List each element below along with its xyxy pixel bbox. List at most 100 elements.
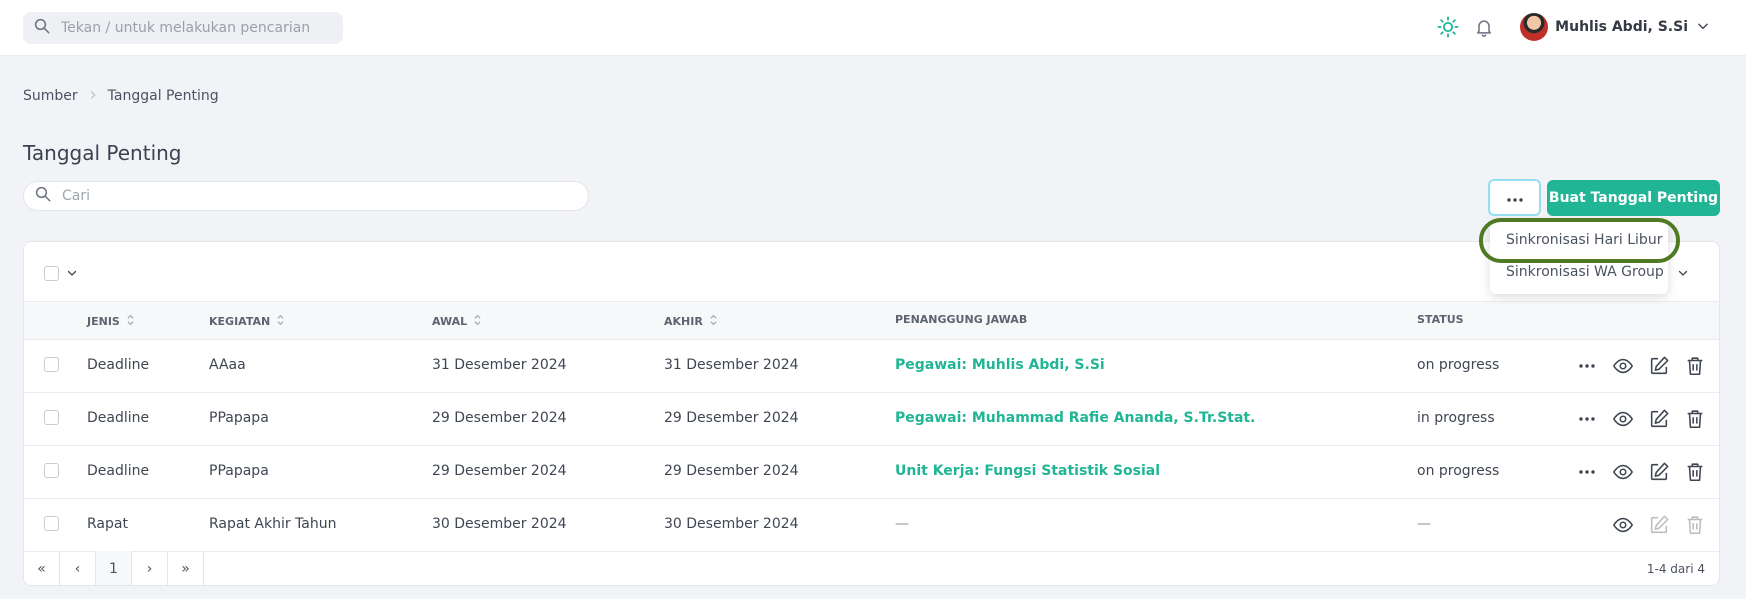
eye-icon[interactable] bbox=[1610, 512, 1636, 538]
cell-penanggung-jawab-link[interactable]: Pegawai: Muhammad Rafie Ananda, S.Tr.Sta… bbox=[895, 410, 1255, 426]
sort-icon[interactable] bbox=[709, 313, 718, 330]
edit-icon[interactable] bbox=[1646, 353, 1672, 379]
cell-penanggung-jawab-link[interactable]: Unit Kerja: Fungsi Statistik Sosial bbox=[895, 463, 1160, 479]
row-checkbox[interactable] bbox=[44, 516, 59, 531]
page-number-button[interactable]: 1 bbox=[96, 551, 132, 585]
ellipsis-icon[interactable] bbox=[1574, 353, 1600, 379]
ellipsis-icon bbox=[1506, 188, 1524, 207]
cell-penanggung-jawab: — bbox=[895, 516, 909, 532]
cell-kegiatan: PPapapa bbox=[209, 410, 269, 426]
sort-icon[interactable] bbox=[276, 313, 285, 330]
eye-icon[interactable] bbox=[1610, 459, 1636, 485]
cell-akhir: 29 Desember 2024 bbox=[664, 463, 799, 479]
column-label: PENANGGUNG JAWAB bbox=[895, 313, 1028, 326]
cell-akhir: 31 Desember 2024 bbox=[664, 357, 799, 373]
column-label: KEGIATAN bbox=[209, 315, 271, 328]
cell-awal: 30 Desember 2024 bbox=[432, 516, 567, 532]
chevron-down-icon[interactable] bbox=[1677, 264, 1689, 283]
ellipsis-icon[interactable] bbox=[1574, 459, 1600, 485]
column-header-akhir[interactable]: AKHIR bbox=[664, 313, 718, 330]
cell-penanggung-jawab-link[interactable]: Pegawai: Muhlis Abdi, S.Si bbox=[895, 357, 1105, 373]
select-all-checkbox[interactable] bbox=[44, 266, 59, 281]
edit-icon[interactable] bbox=[1646, 406, 1672, 432]
column-label: JENIS bbox=[87, 315, 120, 328]
table-row: Deadline PPapapa 29 Desember 2024 29 Des… bbox=[24, 446, 1719, 499]
row-checkbox[interactable] bbox=[44, 357, 59, 372]
table-row: Rapat Rapat Akhir Tahun 30 Desember 2024… bbox=[24, 499, 1719, 552]
search-icon bbox=[33, 17, 51, 39]
breadcrumb-item-sumber[interactable]: Sumber bbox=[23, 88, 78, 104]
table-search[interactable] bbox=[23, 181, 589, 211]
row-checkbox[interactable] bbox=[44, 463, 59, 478]
create-button[interactable]: Buat Tanggal Penting bbox=[1547, 180, 1720, 216]
table-search-input[interactable] bbox=[62, 188, 562, 204]
chevron-down-icon[interactable] bbox=[1696, 18, 1710, 37]
cell-kegiatan: AAaa bbox=[209, 357, 246, 373]
record-count: 1-4 dari 4 bbox=[1646, 562, 1705, 576]
sort-icon[interactable] bbox=[126, 313, 135, 330]
top-bar: Muhlis Abdi, S.Si bbox=[0, 0, 1746, 56]
search-icon bbox=[34, 185, 52, 207]
sort-icon[interactable] bbox=[473, 313, 482, 330]
global-search-input[interactable] bbox=[61, 20, 331, 36]
menu-item-sync-holidays[interactable]: Sinkronisasi Hari Libur bbox=[1506, 232, 1662, 248]
trash-icon[interactable] bbox=[1682, 406, 1708, 432]
bulk-select[interactable] bbox=[44, 264, 78, 283]
page-prev-button[interactable]: ‹ bbox=[60, 551, 96, 585]
breadcrumb-item-current: Tanggal Penting bbox=[107, 88, 219, 104]
sun-icon[interactable] bbox=[1434, 13, 1462, 41]
page-next-button[interactable]: › bbox=[132, 551, 168, 585]
global-search[interactable] bbox=[23, 12, 343, 44]
cell-awal: 29 Desember 2024 bbox=[432, 463, 567, 479]
cell-akhir: 30 Desember 2024 bbox=[664, 516, 799, 532]
table-row: Deadline PPapapa 29 Desember 2024 29 Des… bbox=[24, 393, 1719, 446]
eye-icon[interactable] bbox=[1610, 353, 1636, 379]
trash-icon[interactable] bbox=[1682, 353, 1708, 379]
row-actions bbox=[1564, 406, 1708, 432]
column-toggle[interactable] bbox=[1677, 264, 1689, 283]
more-actions-menu: Sinkronisasi Hari Libur Sinkronisasi WA … bbox=[1490, 221, 1668, 294]
row-actions bbox=[1600, 512, 1708, 538]
cell-awal: 31 Desember 2024 bbox=[432, 357, 567, 373]
cell-akhir: 29 Desember 2024 bbox=[664, 410, 799, 426]
column-header-kegiatan[interactable]: KEGIATAN bbox=[209, 313, 285, 330]
page-title: Tanggal Penting bbox=[23, 141, 182, 165]
cell-awal: 29 Desember 2024 bbox=[432, 410, 567, 426]
bell-icon[interactable] bbox=[1470, 13, 1498, 41]
column-header-penanggung-jawab: PENANGGUNG JAWAB bbox=[895, 313, 1027, 326]
column-label: STATUS bbox=[1417, 313, 1464, 326]
cell-status: in progress bbox=[1417, 410, 1495, 426]
breadcrumb: Sumber Tanggal Penting bbox=[23, 88, 219, 104]
table-panel: JENIS KEGIATAN AWAL AKHIR PENANGGUNG JAW… bbox=[23, 241, 1720, 586]
table-header: JENIS KEGIATAN AWAL AKHIR PENANGGUNG JAW… bbox=[24, 302, 1719, 340]
row-checkbox[interactable] bbox=[44, 410, 59, 425]
column-label: AWAL bbox=[432, 315, 468, 328]
chevron-right-icon bbox=[88, 88, 98, 104]
edit-icon bbox=[1646, 512, 1672, 538]
column-header-status: STATUS bbox=[1417, 313, 1464, 326]
ellipsis-icon[interactable] bbox=[1574, 406, 1600, 432]
cell-kegiatan: Rapat Akhir Tahun bbox=[209, 516, 337, 532]
avatar[interactable] bbox=[1520, 13, 1549, 41]
row-actions bbox=[1564, 353, 1708, 379]
eye-icon[interactable] bbox=[1610, 406, 1636, 432]
cell-status: on progress bbox=[1417, 357, 1500, 373]
page-last-button[interactable]: » bbox=[168, 551, 204, 585]
menu-item-sync-wa-group[interactable]: Sinkronisasi WA Group bbox=[1506, 264, 1664, 280]
top-actions: Muhlis Abdi, S.Si bbox=[1434, 10, 1710, 44]
cell-status: on progress bbox=[1417, 463, 1500, 479]
edit-icon[interactable] bbox=[1646, 459, 1672, 485]
cell-jenis: Rapat bbox=[87, 516, 128, 532]
table-toolbar bbox=[24, 242, 1719, 302]
row-actions bbox=[1564, 459, 1708, 485]
page-first-button[interactable]: « bbox=[24, 551, 60, 585]
trash-icon bbox=[1682, 512, 1708, 538]
more-actions-button[interactable] bbox=[1488, 179, 1541, 216]
column-header-jenis[interactable]: JENIS bbox=[87, 313, 135, 330]
cell-status: — bbox=[1417, 516, 1431, 532]
chevron-down-icon[interactable] bbox=[66, 264, 78, 283]
pagination: « ‹ 1 › » 1-4 dari 4 bbox=[24, 551, 1719, 585]
column-header-awal[interactable]: AWAL bbox=[432, 313, 482, 330]
trash-icon[interactable] bbox=[1682, 459, 1708, 485]
user-name[interactable]: Muhlis Abdi, S.Si bbox=[1555, 19, 1688, 35]
